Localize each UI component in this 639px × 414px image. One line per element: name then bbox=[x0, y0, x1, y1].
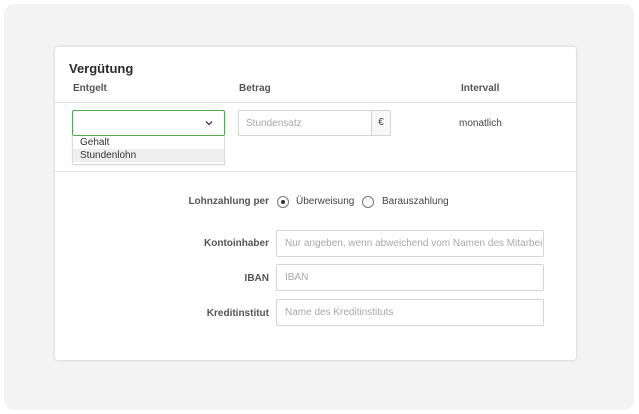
radio-label-ueberweisung[interactable]: Überweisung bbox=[296, 196, 354, 207]
header-divider bbox=[55, 102, 576, 103]
betrag-input[interactable] bbox=[238, 110, 371, 136]
radio-label-barauszahlung[interactable]: Barauszahlung bbox=[382, 196, 449, 207]
verguetung-card: Vergütung Entgelt Betrag Intervall Gehal… bbox=[55, 47, 576, 360]
column-label-entgelt: Entgelt bbox=[73, 83, 107, 94]
column-label-betrag: Betrag bbox=[239, 83, 271, 94]
iban-label: IBAN bbox=[244, 273, 269, 284]
kontoinhaber-input[interactable] bbox=[276, 230, 544, 257]
chevron-down-icon bbox=[205, 121, 213, 126]
dropdown-option-gehalt[interactable]: Gehalt bbox=[73, 136, 224, 149]
kreditinstitut-label: Kreditinstitut bbox=[206, 308, 269, 319]
section-divider bbox=[55, 171, 576, 172]
dropdown-option-stundenlohn[interactable]: Stundenlohn bbox=[73, 149, 224, 162]
kreditinstitut-input[interactable] bbox=[276, 299, 544, 326]
currency-addon: € bbox=[371, 110, 391, 136]
radio-ueberweisung[interactable] bbox=[277, 196, 289, 208]
radio-barauszahlung[interactable] bbox=[362, 196, 374, 208]
intervall-value: monatlich bbox=[459, 118, 502, 129]
entgelt-dropdown: Gehalt Stundenlohn bbox=[72, 136, 225, 165]
iban-input[interactable] bbox=[276, 264, 544, 291]
column-label-intervall: Intervall bbox=[461, 83, 500, 94]
entgelt-select[interactable] bbox=[72, 110, 225, 136]
lohnzahlung-label: Lohnzahlung per bbox=[188, 196, 269, 207]
kontoinhaber-label: Kontoinhaber bbox=[204, 238, 269, 249]
section-title: Vergütung bbox=[69, 61, 134, 76]
